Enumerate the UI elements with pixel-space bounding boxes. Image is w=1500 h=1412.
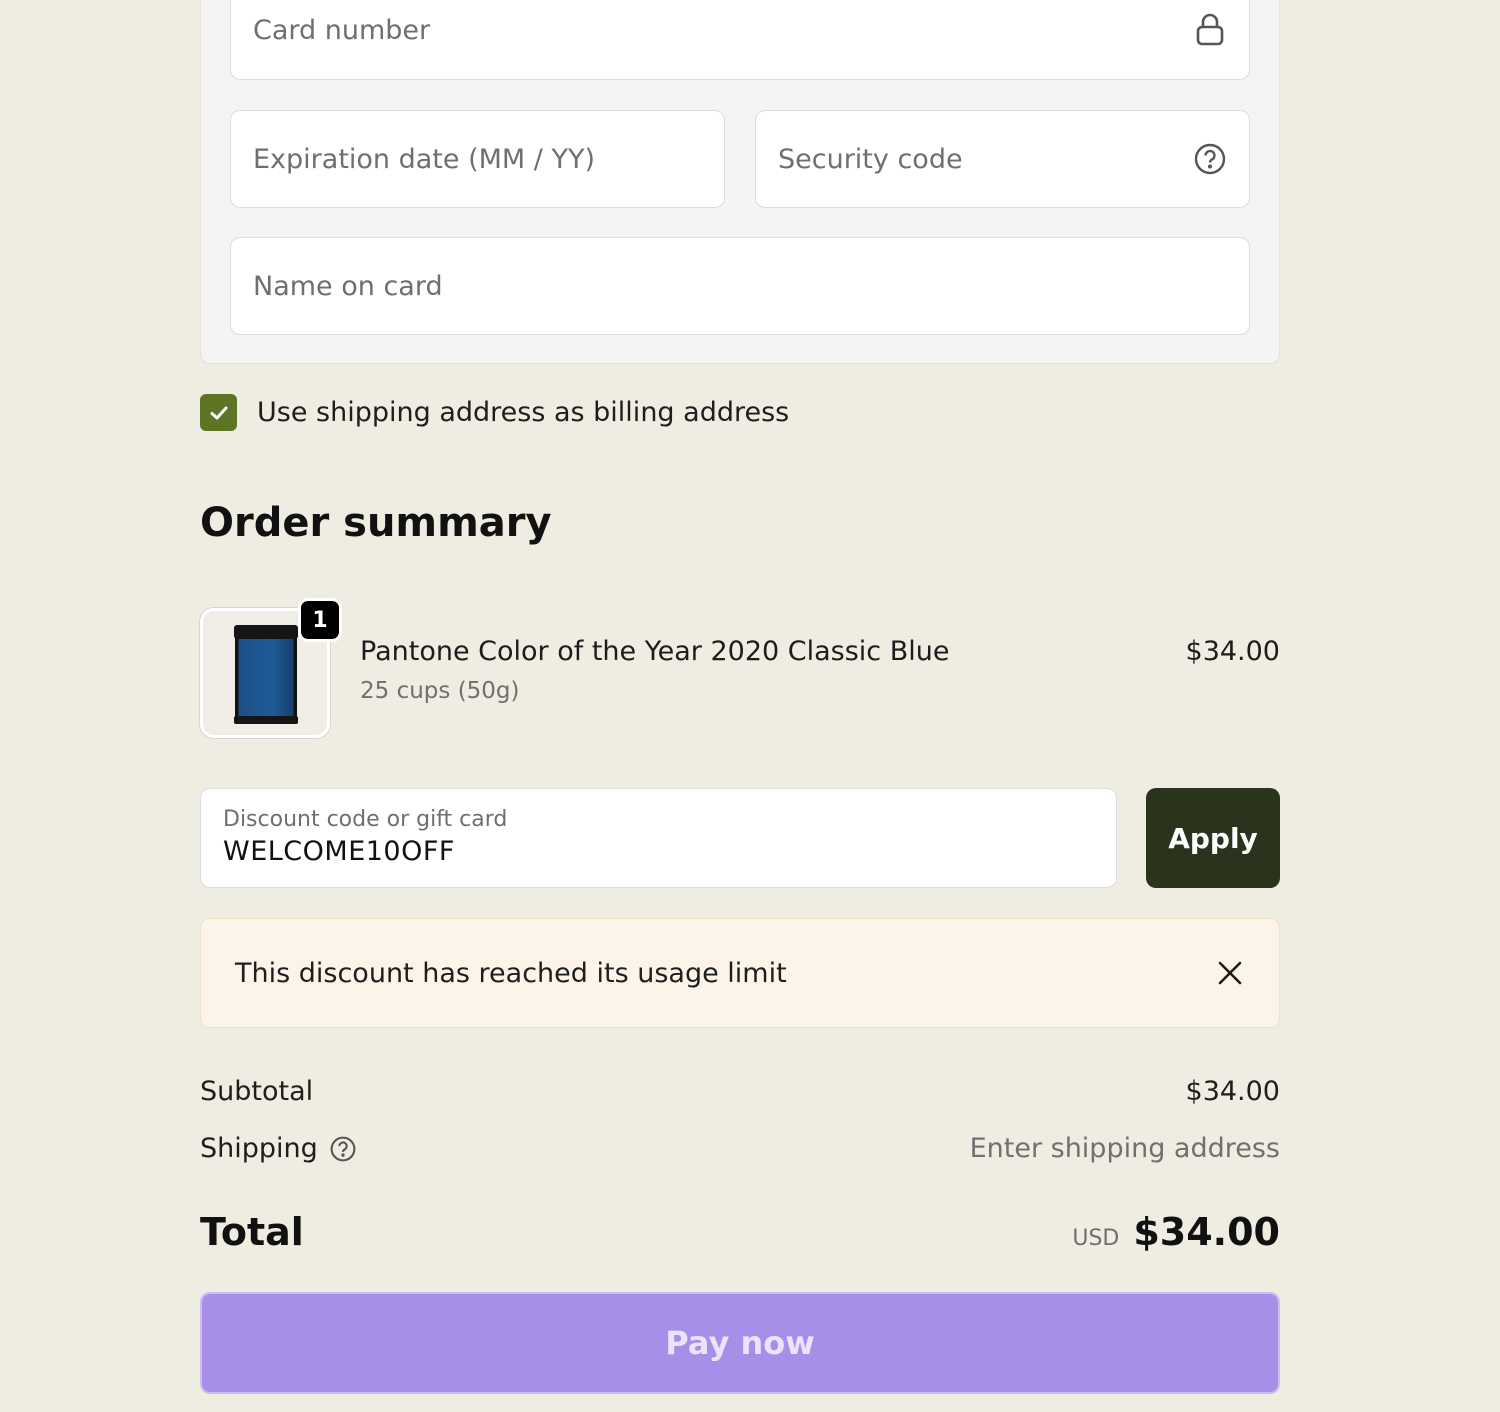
billing-checkbox-label[interactable]: Use shipping address as billing address — [257, 397, 789, 428]
security-code-field[interactable]: Security code — [755, 110, 1250, 208]
subtotal-value: $34.00 — [1185, 1076, 1280, 1107]
subtotal-label: Subtotal — [200, 1076, 314, 1107]
order-summary-title: Order summary — [200, 500, 552, 546]
help-circle-icon[interactable] — [1193, 142, 1227, 176]
checkmark-icon — [210, 406, 227, 419]
product-line-item: 1 Pantone Color of the Year 2020 Classic… — [200, 598, 1280, 738]
total-value-group: USD $34.00 — [1072, 1210, 1280, 1254]
discount-error-alert: This discount has reached its usage limi… — [200, 918, 1280, 1028]
name-placeholder: Name on card — [253, 270, 443, 302]
discount-code-input[interactable]: Discount code or gift card WELCOME10OFF — [200, 788, 1117, 888]
card-number-placeholder: Card number — [253, 14, 431, 46]
product-variant: 25 cups (50g) — [360, 678, 520, 704]
expiration-placeholder: Expiration date (MM / YY) — [253, 143, 595, 175]
product-name: Pantone Color of the Year 2020 Classic B… — [360, 636, 950, 667]
quantity-badge: 1 — [298, 598, 342, 642]
alert-message: This discount has reached its usage limi… — [235, 957, 787, 989]
name-on-card-field[interactable]: Name on card — [230, 237, 1250, 335]
card-number-field[interactable]: Card number — [230, 0, 1250, 80]
product-price: $34.00 — [1185, 636, 1280, 667]
discount-label: Discount code or gift card — [223, 807, 508, 832]
subtotal-row: Subtotal $34.00 — [200, 1076, 1280, 1107]
lock-icon — [1193, 13, 1227, 47]
billing-checkbox[interactable] — [200, 394, 237, 431]
apply-button[interactable]: Apply — [1146, 788, 1280, 888]
close-icon[interactable] — [1215, 958, 1245, 988]
expiration-date-field[interactable]: Expiration date (MM / YY) — [230, 110, 725, 208]
total-label: Total — [200, 1210, 304, 1254]
total-currency: USD — [1072, 1226, 1120, 1251]
shipping-label-group: Shipping — [200, 1133, 356, 1164]
help-circle-icon[interactable] — [330, 1136, 356, 1162]
security-code-placeholder: Security code — [778, 143, 963, 175]
pay-now-button[interactable]: Pay now — [200, 1292, 1280, 1394]
shipping-value: Enter shipping address — [969, 1133, 1280, 1164]
billing-address-option[interactable]: Use shipping address as billing address — [200, 394, 789, 431]
total-amount: $34.00 — [1133, 1210, 1280, 1254]
checkout-page: Card number Expiration date (MM / YY) Se… — [0, 0, 1500, 1412]
discount-value[interactable]: WELCOME10OFF — [223, 836, 1094, 867]
product-image — [234, 625, 298, 724]
total-row: Total USD $34.00 — [200, 1210, 1280, 1254]
shipping-label: Shipping — [200, 1133, 318, 1164]
shipping-row: Shipping Enter shipping address — [200, 1133, 1280, 1164]
